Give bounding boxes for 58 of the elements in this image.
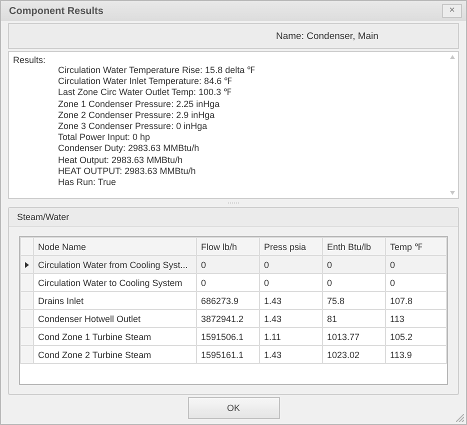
result-line: Heat Output: 2983.63 MMBtu/h — [58, 154, 184, 166]
result-line: Circulation Water Temperature Rise: 15.8 delta ℉ — [58, 65, 256, 76]
table-cell: 0 — [386, 274, 446, 292]
result-line: Last Zone Circ Water Outlet Temp: 100.3 ℉ — [58, 87, 233, 99]
row-indicator[interactable] — [20, 256, 34, 274]
results-heading: Results: — [13, 55, 46, 65]
table-cell: 113.9 — [386, 346, 446, 364]
result-line: Condenser Duty: 2983.63 MMBtu/h — [58, 143, 200, 155]
table-cell: 1.43 — [260, 346, 322, 364]
ok-button[interactable]: OK — [188, 396, 280, 418]
splitter-grip-icon[interactable] — [228, 202, 240, 204]
table-cell: 3872941.2 — [196, 310, 260, 328]
column-header[interactable]: Enth Btu/lb — [322, 238, 386, 256]
table-cell: 0 — [260, 256, 322, 274]
scroll-up-icon[interactable] — [450, 55, 454, 59]
table-cell: 1595161.1 — [196, 346, 260, 364]
group-title: Steam/Water — [17, 212, 70, 222]
table-cell: Condenser Hotwell Outlet — [34, 310, 196, 328]
table-cell: 75.8 — [322, 292, 386, 310]
table-cell: Cond Zone 1 Turbine Steam — [34, 328, 196, 346]
result-line: HEAT OUTPUT: 2983.63 MMBtu/h — [58, 166, 197, 178]
table-cell: 1013.77 — [322, 328, 386, 346]
table-cell: 1.11 — [260, 328, 322, 346]
column-header[interactable]: Temp ℉ — [386, 238, 446, 256]
table-cell: 1.43 — [260, 310, 322, 328]
result-line: Has Run: True — [58, 177, 118, 188]
result-line: Circulation Water Inlet Temperature: 84.6 ℉ — [58, 76, 234, 88]
scroll-down-icon[interactable] — [450, 191, 454, 195]
table-cell: 0 — [322, 256, 386, 274]
table-cell: 0 — [260, 274, 322, 292]
current-row-icon — [25, 262, 29, 268]
table-cell: 81 — [322, 310, 386, 328]
name-label: Name: Condenser, Main — [276, 30, 378, 42]
window-title: Component Results — [9, 6, 104, 16]
result-line: Zone 3 Condenser Pressure: 0 inHga — [58, 121, 208, 132]
table-cell: Circulation Water to Cooling System — [34, 274, 196, 292]
column-header[interactable]: Node Name — [34, 238, 196, 256]
result-line: Zone 1 Condenser Pressure: 2.25 inHga — [58, 98, 221, 110]
column-header[interactable]: Press psia — [260, 238, 322, 256]
table-cell: 0 — [322, 274, 386, 292]
table-cell: 1591506.1 — [196, 328, 260, 346]
table-cell: 0 — [196, 274, 260, 292]
table-cell: 105.2 — [386, 328, 446, 346]
close-button[interactable]: × — [442, 4, 462, 18]
table-cell: Cond Zone 2 Turbine Steam — [34, 346, 196, 364]
table-cell: 1023.02 — [322, 346, 386, 364]
table-cell: Drains Inlet — [34, 292, 196, 310]
resize-grip-icon[interactable] — [456, 414, 464, 422]
result-line: Zone 2 Condenser Pressure: 2.9 inHga — [58, 110, 216, 122]
table-cell: 0 — [196, 256, 260, 274]
table-cell: 0 — [386, 256, 446, 274]
table-cell: 686273.9 — [196, 292, 260, 310]
table-cell: 1.43 — [260, 292, 322, 310]
table-cell: 113 — [386, 310, 446, 328]
result-line: Total Power Input: 0 hp — [58, 132, 152, 144]
column-header[interactable]: Flow lb/h — [196, 238, 260, 256]
table-cell: 107.8 — [386, 292, 446, 310]
table-cell: Circulation Water from Cooling Syst... — [34, 256, 196, 274]
